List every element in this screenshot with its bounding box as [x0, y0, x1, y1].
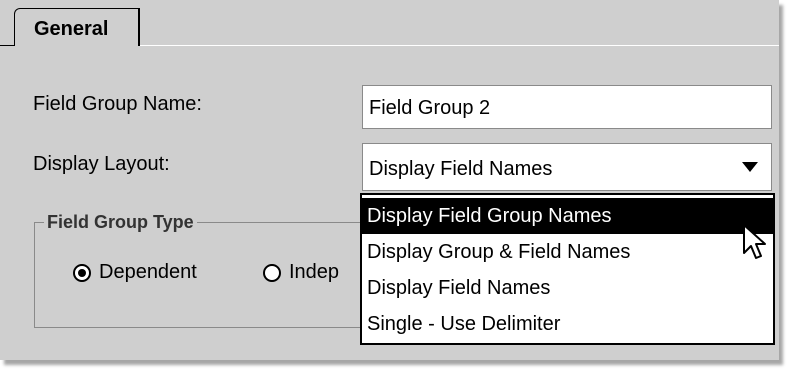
tab-border-left — [0, 45, 14, 46]
display-layout-label: Display Layout: — [33, 153, 170, 175]
tab-border-right — [140, 45, 779, 46]
tab-general[interactable]: General — [14, 8, 140, 46]
field-group-name-input[interactable]: Field Group 2 — [362, 85, 772, 129]
dropdown-option-single-use-delimiter[interactable]: Single - Use Delimiter — [362, 306, 773, 342]
display-layout-select[interactable]: Display Field Names — [362, 143, 772, 191]
field-group-name-value: Field Group 2 — [369, 97, 491, 119]
display-layout-dropdown-list: Display Field Group Names Display Group … — [360, 193, 775, 345]
dropdown-option-display-group-and-field-names[interactable]: Display Group & Field Names — [362, 234, 773, 270]
radio-dependent-circle[interactable] — [73, 263, 91, 282]
field-group-name-label: Field Group Name: — [33, 93, 202, 115]
field-group-type-title: Field Group Type — [44, 212, 197, 233]
general-panel: General Field Group Name: Field Group 2 … — [0, 0, 779, 360]
triangle-down-icon[interactable] — [742, 162, 758, 172]
tab-general-label: General — [34, 18, 109, 40]
dropdown-option-display-field-group-names[interactable]: Display Field Group Names — [362, 198, 773, 234]
radio-independent-circle[interactable] — [263, 263, 281, 282]
radio-independent-label: Indep — [289, 261, 340, 283]
dropdown-option-display-field-names[interactable]: Display Field Names — [362, 270, 773, 306]
radio-dependent[interactable]: Dependent — [73, 261, 197, 284]
radio-independent[interactable]: Indep — [263, 261, 339, 284]
display-layout-value: Display Field Names — [369, 158, 553, 180]
radio-dependent-label: Dependent — [99, 261, 197, 283]
arrow-cursor-icon — [743, 224, 766, 259]
